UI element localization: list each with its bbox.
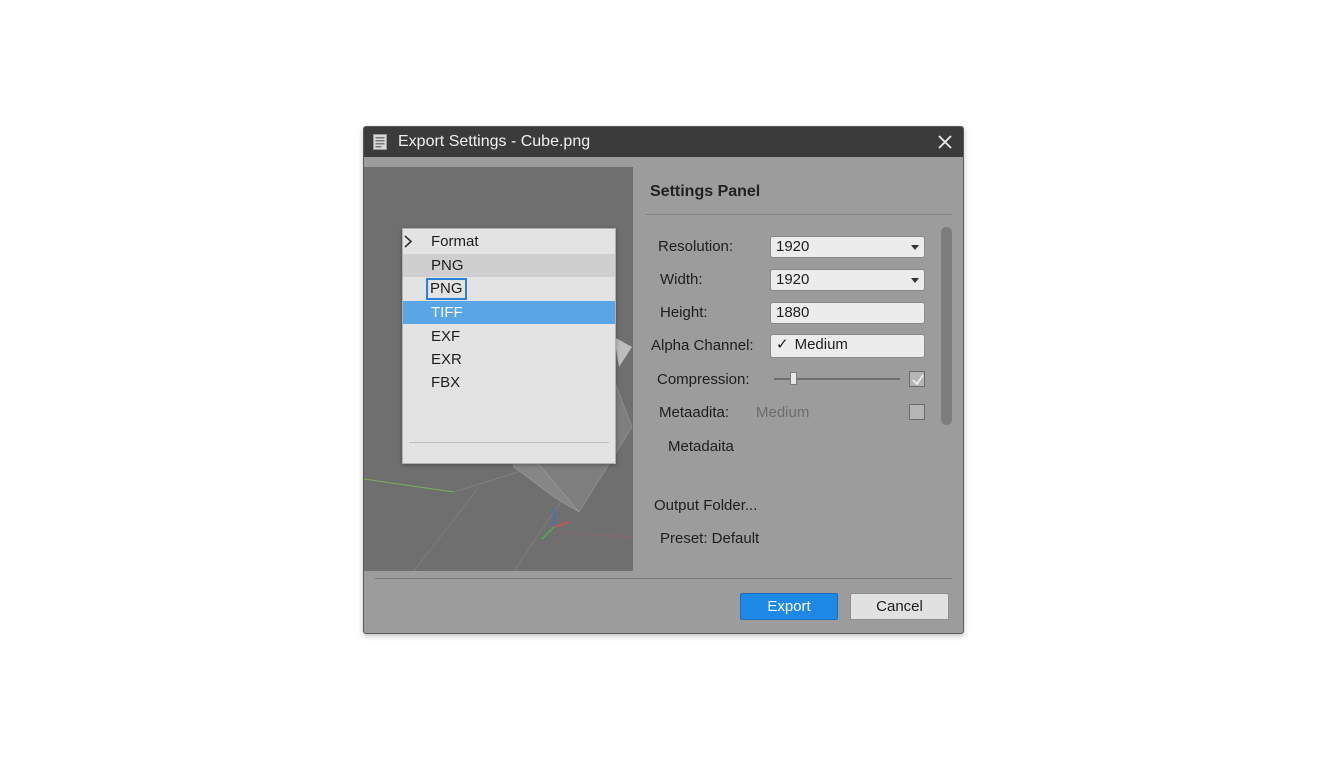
compression-checkbox[interactable]	[909, 371, 925, 387]
resolution-value: 1920	[776, 238, 810, 255]
menu-item-exf[interactable]: EXF	[403, 325, 615, 348]
document-icon	[373, 134, 387, 150]
height-value: 1880	[776, 304, 810, 321]
menu-separator	[409, 442, 609, 443]
export-button[interactable]: Export	[740, 593, 838, 620]
checkmark-icon: ✓	[776, 336, 789, 353]
menu-item-label: EXR	[431, 351, 462, 368]
close-icon[interactable]	[933, 130, 957, 154]
metadata-label: Metaadita:	[659, 404, 730, 421]
menu-item-png-focused[interactable]: PNG	[403, 277, 615, 300]
settings-scrollbar[interactable]	[941, 227, 952, 425]
checkmark-icon	[912, 374, 924, 386]
metadata-text: Metadaita	[668, 438, 734, 455]
menu-item-label: PNG	[431, 257, 464, 274]
cancel-button[interactable]: Cancel	[850, 593, 949, 620]
settings-panel-title: Settings Panel	[650, 183, 761, 200]
compression-slider-thumb[interactable]	[790, 372, 797, 385]
format-label: Format	[431, 233, 479, 250]
menu-item-label: TIFF	[431, 304, 463, 321]
menu-item-png[interactable]: PNG	[403, 254, 615, 277]
focus-indicator: PNG	[426, 278, 467, 300]
alpha-channel-label: Alpha Channel:	[651, 337, 754, 354]
metadata-checkbox[interactable]	[909, 404, 925, 420]
menu-item-label: FBX	[431, 374, 461, 391]
chevron-right-icon	[404, 235, 413, 248]
menu-item-tiff[interactable]: TIFF	[403, 301, 615, 324]
panel-divider	[646, 214, 952, 215]
width-value: 1920	[776, 271, 810, 288]
window-title: Export Settings - Cube.png	[398, 133, 591, 150]
chevron-down-icon	[911, 278, 919, 283]
width-select[interactable]: 1920	[770, 269, 925, 291]
menu-item-label: PNG	[430, 280, 463, 297]
preset-label: Preset: Default	[660, 530, 760, 547]
alpha-channel-value: Medium	[794, 336, 848, 353]
footer-divider	[375, 578, 952, 579]
compression-label: Compression:	[657, 371, 750, 388]
menu-item-exr[interactable]: EXR	[403, 348, 615, 371]
width-label: Width:	[660, 271, 703, 288]
menu-item-fbx[interactable]: FBX	[403, 371, 615, 394]
format-dropdown-menu: Format PNG PNG TIFF EXF EXR FBX	[402, 228, 616, 464]
menu-item-label: EXF	[431, 328, 461, 345]
menu-header-format[interactable]: Format	[403, 230, 615, 253]
alpha-channel-select[interactable]: ✓ Medium	[770, 334, 925, 358]
resolution-label: Resolution:	[658, 238, 734, 255]
chevron-down-icon	[911, 245, 919, 250]
resolution-select[interactable]: 1920	[770, 236, 925, 258]
height-label: Height:	[660, 304, 708, 321]
title-bar: Export Settings - Cube.png	[364, 127, 963, 157]
output-folder-link[interactable]: Output Folder...	[654, 497, 757, 514]
export-settings-dialog: Export Settings - Cube.png Format PNG PN…	[363, 126, 964, 634]
3d-preview-viewport[interactable]: Format PNG PNG TIFF EXF EXR FBX	[364, 167, 633, 571]
metadata-value: Medium	[756, 404, 810, 421]
height-input[interactable]: 1880	[770, 302, 925, 324]
